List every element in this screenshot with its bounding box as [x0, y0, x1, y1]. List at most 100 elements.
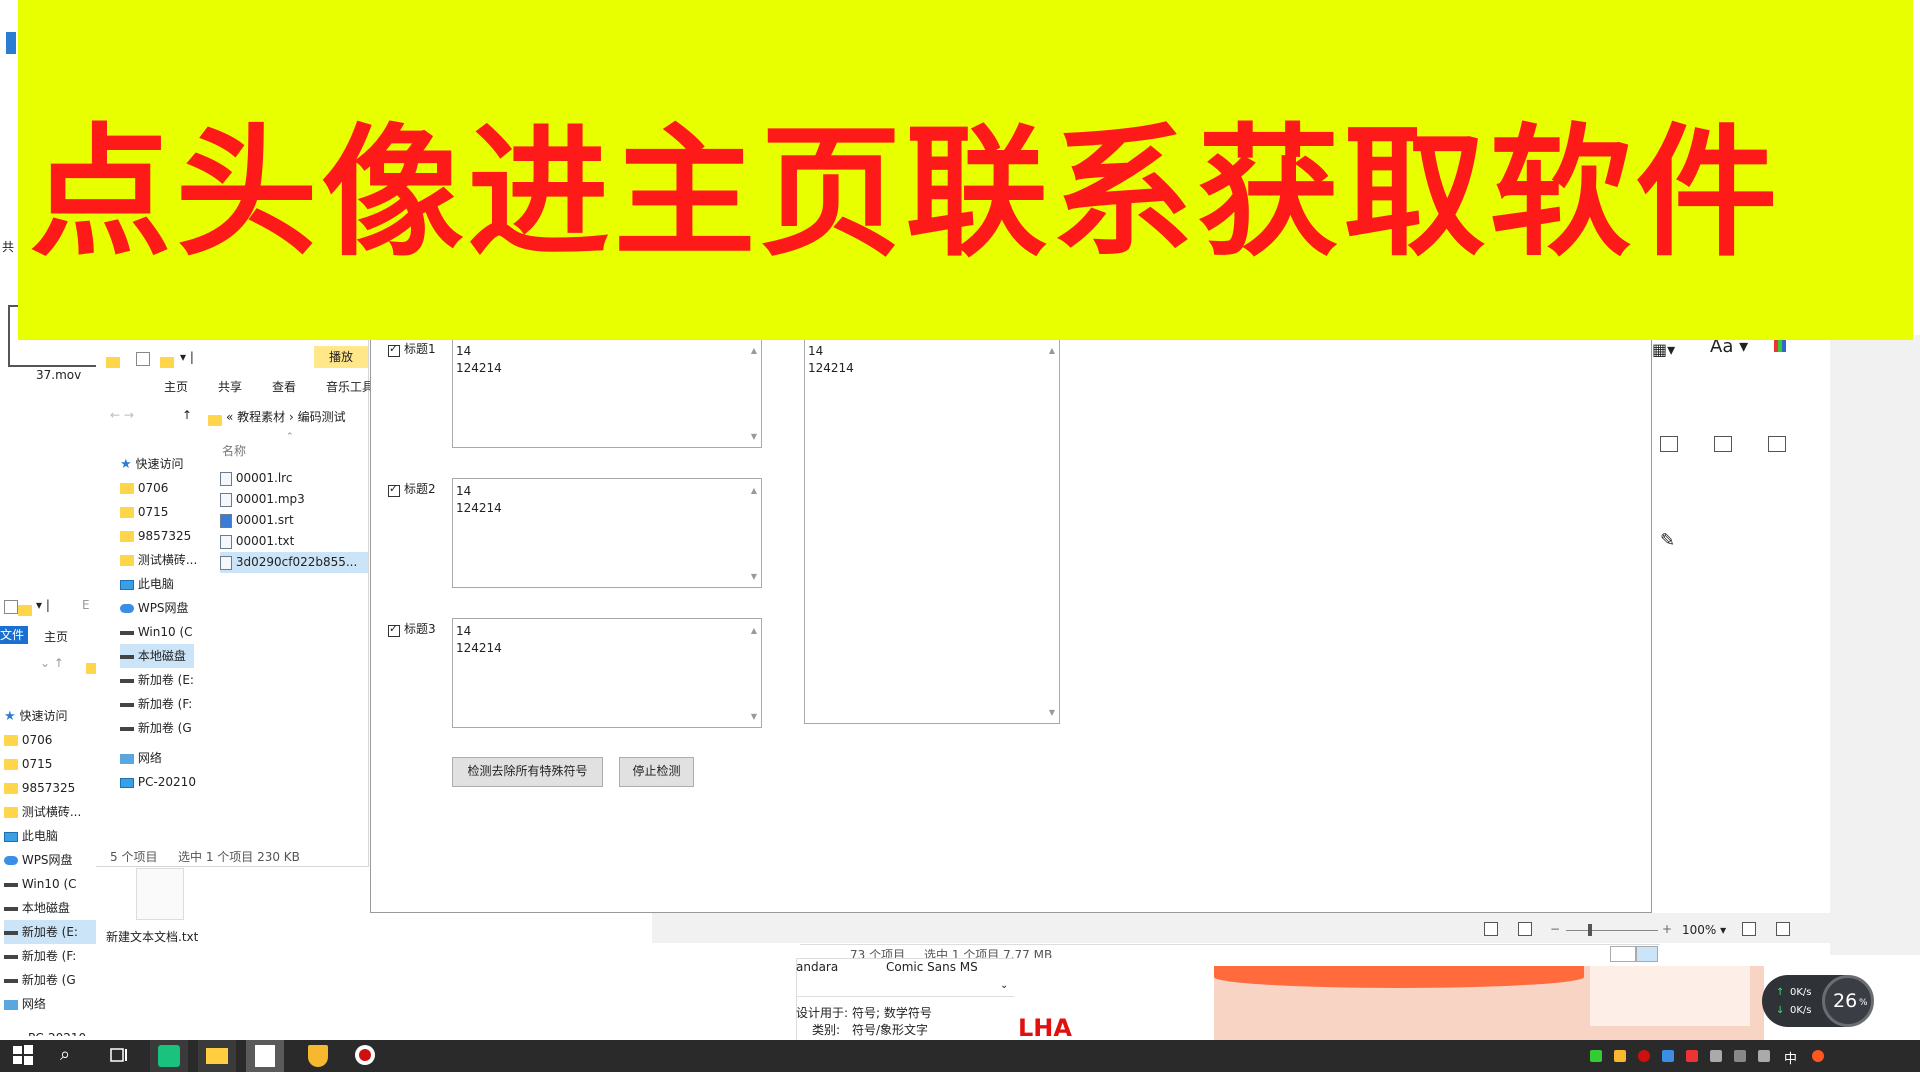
nav-this-pc[interactable]: 此电脑: [4, 824, 96, 848]
nav-folder[interactable]: 测试横砖...: [4, 800, 96, 824]
breadcrumb-item[interactable]: 编码测试: [298, 410, 346, 424]
layout-grid-icon[interactable]: ▦▾: [1652, 340, 1675, 359]
up-arrow-icon[interactable]: ↑: [182, 408, 192, 422]
details-view-icon[interactable]: [1610, 946, 1636, 962]
file-item[interactable]: 00001.lrc: [220, 468, 368, 489]
scroll-up-icon[interactable]: ▲: [751, 622, 757, 639]
app-icon-green[interactable]: [150, 1040, 188, 1072]
windows-start-icon[interactable]: [12, 1044, 36, 1068]
nav-folder[interactable]: 0715: [4, 752, 96, 776]
wifi-icon[interactable]: [1734, 1050, 1746, 1062]
nvidia-icon[interactable]: [1590, 1050, 1602, 1062]
notepad-icon[interactable]: [246, 1040, 284, 1072]
tab-music-tools[interactable]: 音乐工具: [326, 378, 374, 395]
column-name-header[interactable]: 名称: [222, 442, 246, 459]
nav-folder[interactable]: 0715: [120, 500, 194, 524]
zoom-in-button[interactable]: +: [1662, 922, 1672, 936]
text-file-icon[interactable]: [136, 868, 184, 920]
tiles-view-icon[interactable]: [1636, 946, 1658, 962]
security-shield-icon[interactable]: [306, 1044, 330, 1068]
nav-drive[interactable]: 本地磁盘: [4, 896, 96, 920]
nav-this-pc[interactable]: 此电脑: [120, 572, 194, 596]
zoom-level[interactable]: 100% ▾: [1682, 923, 1726, 937]
nav-drive[interactable]: 新加卷 (G: [4, 968, 96, 992]
nav-drive[interactable]: 新加卷 (G: [120, 716, 194, 740]
scroll-down-icon[interactable]: ▼: [1049, 704, 1055, 721]
row-3-textarea[interactable]: 14 124214 ▲ ▼: [452, 618, 762, 728]
zoom-slider-thumb[interactable]: [1588, 924, 1592, 936]
tab-file[interactable]: 文件: [0, 626, 28, 644]
nav-network-pc[interactable]: PC-20210: [120, 770, 196, 794]
fullscreen-icon[interactable]: [1518, 922, 1532, 936]
battery-icon[interactable]: [1710, 1050, 1722, 1062]
row-2-textarea[interactable]: 14 124214 ▲ ▼: [452, 478, 762, 588]
nav-drive[interactable]: 新加卷 (F:: [4, 944, 96, 968]
volume-icon[interactable]: [1758, 1050, 1770, 1062]
file-item[interactable]: 00001.txt: [220, 531, 368, 552]
nav-drive[interactable]: Win10 (C: [4, 872, 96, 896]
row-2-checkbox[interactable]: [388, 480, 400, 499]
nav-folder[interactable]: 0706: [4, 728, 96, 752]
check-remove-symbols-button[interactable]: 检测去除所有特殊符号: [452, 757, 603, 787]
record-tray-icon[interactable]: [1638, 1050, 1650, 1062]
nav-drive[interactable]: WPS网盘: [4, 848, 96, 872]
nav-network[interactable]: 网络: [4, 992, 96, 1016]
nav-folder[interactable]: 0706: [120, 476, 194, 500]
table-layout-icon[interactable]: [1768, 436, 1786, 452]
ime-indicator[interactable]: 中: [1784, 1048, 1797, 1067]
vpn-icon[interactable]: [1662, 1050, 1674, 1062]
search-icon[interactable]: ⌕: [60, 1044, 84, 1068]
nav-folder[interactable]: 9857325: [4, 776, 96, 800]
nav-folder[interactable]: 测试横砖...: [120, 548, 197, 572]
nav-drive-selected[interactable]: 本地磁盘: [120, 644, 194, 668]
nav-drive[interactable]: Win10 (C: [120, 620, 194, 644]
row-1-checkbox[interactable]: [388, 340, 400, 359]
shield-icon[interactable]: [1614, 1050, 1626, 1062]
result-textarea[interactable]: 14 124214 ▲ ▼: [804, 338, 1060, 724]
tab-view[interactable]: 查看: [272, 378, 296, 395]
nav-drive[interactable]: 新加卷 (F:: [120, 692, 194, 716]
task-view-icon[interactable]: [108, 1044, 132, 1068]
file-explorer-icon[interactable]: [198, 1040, 236, 1072]
row-1-textarea[interactable]: 14 124214 ▲ ▼: [452, 338, 762, 448]
ribbon-play-tab[interactable]: 播放: [314, 346, 368, 368]
nav-network[interactable]: 网络: [120, 746, 194, 770]
antivirus-icon[interactable]: [1686, 1050, 1698, 1062]
nav-quick-access[interactable]: ★ 快速访问: [120, 452, 194, 476]
scroll-up-icon[interactable]: ▲: [751, 482, 757, 499]
dropdown-chevron-icon[interactable]: ⌄: [1000, 980, 1008, 991]
scroll-down-icon[interactable]: ▼: [751, 428, 757, 445]
tab-share[interactable]: 共享: [218, 378, 242, 395]
tab-home[interactable]: 主页: [164, 378, 188, 395]
collapse-icon[interactable]: [1776, 922, 1790, 936]
stop-check-button[interactable]: 停止检测: [619, 757, 694, 787]
zoom-out-button[interactable]: −: [1550, 922, 1560, 936]
nav-drive[interactable]: 新加卷 (E:: [120, 668, 194, 692]
file-item[interactable]: 00001.srt: [220, 510, 368, 531]
scroll-up-icon[interactable]: ▲: [751, 342, 757, 359]
record-icon[interactable]: [354, 1044, 378, 1068]
qat-dropdown-icon[interactable]: ▾ |: [36, 598, 50, 612]
tab-home[interactable]: 主页: [44, 628, 68, 645]
scroll-down-icon[interactable]: ▼: [751, 708, 757, 725]
page-view-icon[interactable]: [1484, 922, 1498, 936]
desktop-file-label[interactable]: 新建文本文档.txt: [106, 928, 198, 945]
file-item-selected[interactable]: 3d0290cf022b855...: [220, 552, 368, 573]
zoom-slider[interactable]: [1566, 930, 1658, 931]
table-layout-icon[interactable]: [1714, 436, 1732, 452]
nav-back-forward[interactable]: ← →: [110, 408, 134, 422]
breadcrumb[interactable]: « 教程素材 › 编码测试: [226, 408, 346, 425]
nav-folder[interactable]: 9857325: [120, 524, 194, 548]
file-item[interactable]: 00001.mp3: [220, 489, 368, 510]
nav-quick-access[interactable]: ★ 快速访问: [4, 704, 96, 728]
nav-drive-selected[interactable]: 新加卷 (E:: [4, 920, 96, 944]
color-palette-icon[interactable]: [1774, 340, 1786, 352]
nav-drive[interactable]: WPS网盘: [120, 596, 194, 620]
qat-dropdown-icon[interactable]: ▾ |: [180, 350, 194, 364]
row-3-checkbox[interactable]: [388, 620, 400, 639]
pen-icon[interactable]: ✎: [1660, 530, 1675, 551]
scroll-down-icon[interactable]: ▼: [751, 568, 757, 585]
sogou-ime-icon[interactable]: [1812, 1050, 1824, 1062]
scroll-up-icon[interactable]: ▲: [1049, 342, 1055, 359]
nav-arrows[interactable]: ⌄ ↑: [40, 656, 64, 670]
